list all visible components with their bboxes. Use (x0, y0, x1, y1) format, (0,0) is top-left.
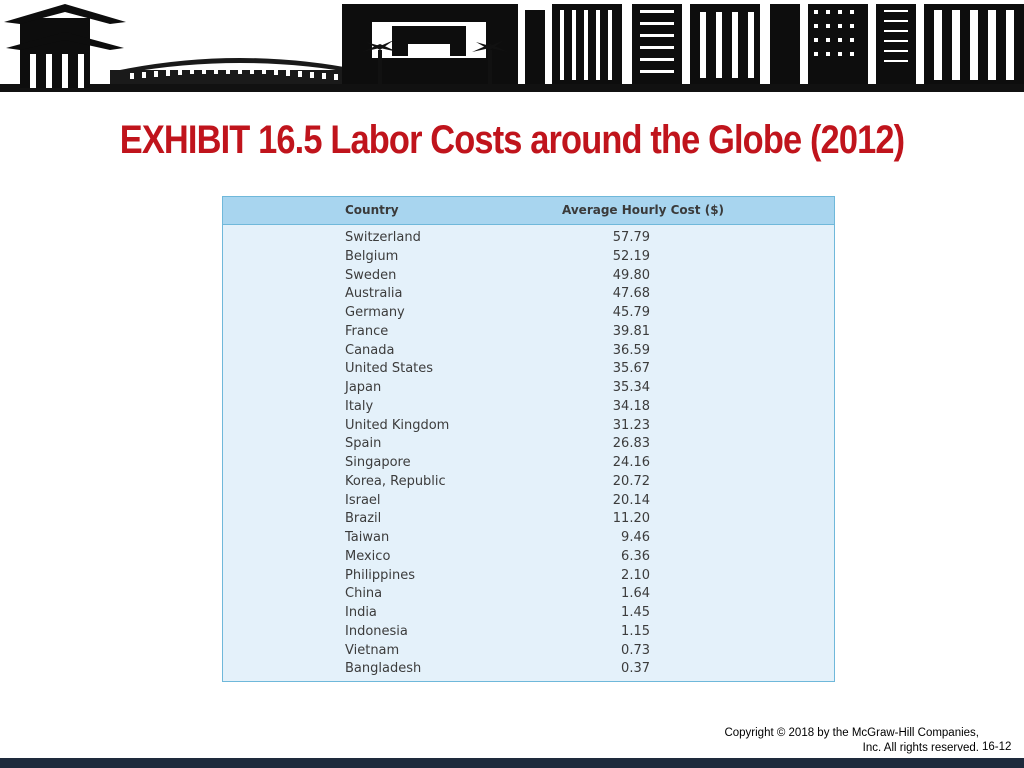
country-cell: Japan (345, 380, 382, 395)
hourly-cost-cell: 26.83 (612, 436, 650, 452)
table-body: Switzerland 57.79 Belgium 52.19 Sweden 49.80 A… (223, 230, 834, 680)
table-row: Vietnam 0.73 (223, 643, 834, 662)
country-cell: India (345, 605, 377, 620)
table-header: Country Average Hourly Cost ($) (223, 197, 834, 225)
country-cell: United States (345, 361, 434, 377)
table-row: France 39.81 (223, 324, 834, 343)
country-cell: Belgium (345, 248, 399, 264)
header-average-hourly-cost: Average Hourly Cost ($) (562, 203, 725, 217)
country-cell: Indonesia (345, 623, 408, 639)
hourly-cost-cell: 52.19 (612, 248, 650, 264)
table-row: Germany 45.79 (223, 305, 834, 324)
country-cell: Mexico (345, 548, 391, 564)
copyright-notice: Copyright © 2018 by the McGraw-Hill Comp… (640, 726, 979, 756)
country-cell: Germany (345, 305, 405, 320)
labor-cost-table: Country Average Hourly Cost ($) Switzerl… (222, 196, 835, 682)
table-row: Australia 47.68 (223, 286, 834, 305)
table-row: India 1.45 (223, 605, 834, 624)
table-row: Indonesia 1.15 (223, 624, 834, 643)
footer-bar (0, 758, 1024, 768)
hourly-cost-cell: 34.18 (612, 398, 650, 414)
table-row: Korea, Republic 20.72 (223, 474, 834, 493)
table-row: Sweden 49.80 (223, 268, 834, 287)
country-cell: France (345, 323, 389, 339)
country-cell: Brazil (345, 511, 382, 527)
hourly-cost-cell: 20.72 (612, 473, 650, 489)
country-cell: Sweden (345, 267, 397, 283)
table-row: China 1.64 (223, 586, 834, 605)
hourly-cost-cell: 47.68 (612, 286, 650, 302)
copyright-line-1: Copyright © 2018 by the McGraw-Hill Comp… (724, 727, 979, 739)
country-cell: Taiwan (345, 530, 390, 545)
hourly-cost-cell: 1.45 (621, 605, 650, 620)
country-cell: Korea, Republic (345, 473, 446, 489)
table-row: Taiwan 9.46 (223, 530, 834, 549)
country-cell: Italy (345, 398, 374, 414)
country-cell: Singapore (345, 455, 411, 470)
table-row: Singapore 24.16 (223, 455, 834, 474)
hourly-cost-cell: 49.80 (612, 267, 650, 283)
table-row: Belgium 52.19 (223, 249, 834, 268)
table-row: Italy 34.18 (223, 399, 834, 418)
hourly-cost-cell: 9.46 (621, 530, 650, 545)
hourly-cost-cell: 39.81 (612, 323, 650, 339)
country-cell: Switzerland (345, 230, 421, 245)
table-row: Switzerland 57.79 (223, 230, 834, 249)
hourly-cost-cell: 1.64 (621, 586, 650, 602)
table-row: Bangladesh 0.37 (223, 661, 834, 680)
hourly-cost-cell: 24.16 (612, 455, 650, 470)
city-skyline-banner (0, 0, 1024, 92)
header-country: Country (345, 203, 399, 217)
hourly-cost-cell: 2.10 (621, 567, 650, 583)
table-row: Israel 20.14 (223, 493, 834, 512)
table-row: Brazil 11.20 (223, 511, 834, 530)
table-row: Spain 26.83 (223, 436, 834, 455)
hourly-cost-cell: 0.37 (621, 661, 650, 677)
hourly-cost-cell: 20.14 (612, 492, 650, 508)
hourly-cost-cell: 6.36 (621, 548, 650, 564)
country-cell: China (345, 586, 383, 602)
copyright-line-2: Inc. All rights reserved. (862, 742, 979, 754)
country-cell: Canada (345, 342, 395, 358)
country-cell: Philippines (345, 567, 416, 583)
table-row: Mexico 6.36 (223, 549, 834, 568)
slide-number: 16-12 (982, 741, 1012, 753)
hourly-cost-cell: 35.34 (612, 380, 650, 395)
hourly-cost-cell: 35.67 (612, 361, 650, 377)
table-row: Philippines 2.10 (223, 568, 834, 587)
country-cell: Spain (345, 436, 382, 452)
table-row: United States 35.67 (223, 361, 834, 380)
hourly-cost-cell: 57.79 (612, 230, 650, 245)
country-cell: Australia (345, 286, 403, 302)
country-cell: United Kingdom (345, 417, 450, 433)
slide-title: EXHIBIT 16.5 Labor Costs around the Glob… (119, 118, 905, 162)
hourly-cost-cell: 1.15 (621, 623, 650, 639)
country-cell: Vietnam (345, 642, 400, 658)
hourly-cost-cell: 0.73 (621, 642, 650, 658)
country-cell: Bangladesh (345, 661, 422, 677)
table-row: United Kingdom 31.23 (223, 418, 834, 437)
hourly-cost-cell: 11.20 (612, 511, 650, 527)
table-row: Canada 36.59 (223, 343, 834, 362)
hourly-cost-cell: 31.23 (612, 417, 650, 433)
hourly-cost-cell: 45.79 (612, 305, 650, 320)
table-row: Japan 35.34 (223, 380, 834, 399)
country-cell: Israel (345, 492, 381, 508)
hourly-cost-cell: 36.59 (612, 342, 650, 358)
